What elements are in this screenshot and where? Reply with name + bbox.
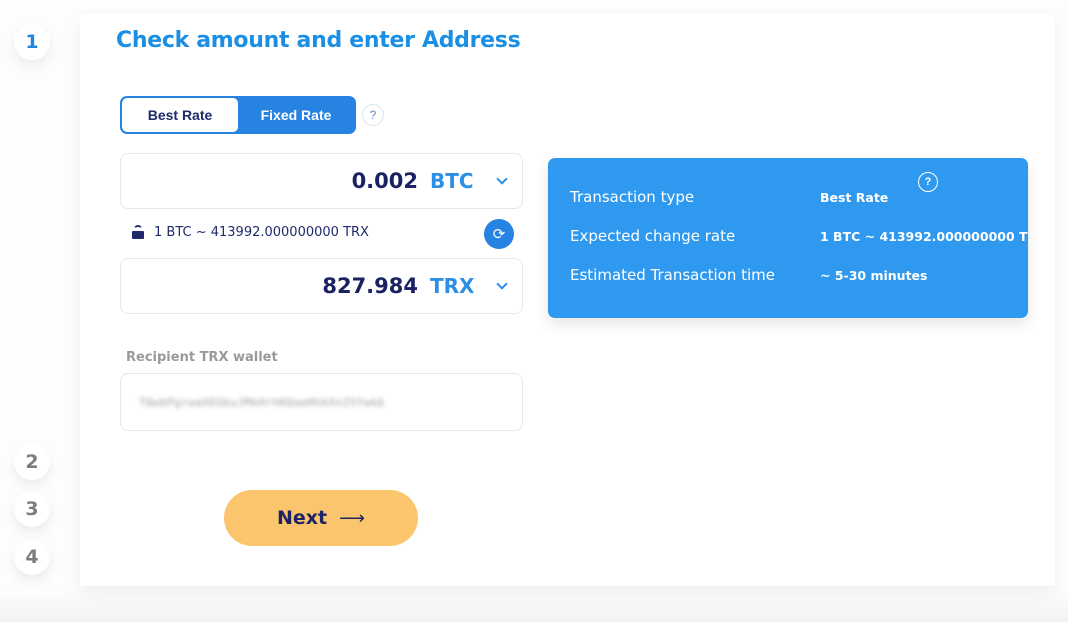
info-value: ~ 5-30 minutes xyxy=(820,268,928,283)
rate-type-toggle: Best Rate Fixed Rate xyxy=(120,96,356,134)
step-number: 2 xyxy=(25,451,39,473)
step-4-indicator: 4 xyxy=(14,539,50,575)
next-label: Next xyxy=(277,507,328,529)
chevron-down-icon xyxy=(496,173,508,185)
receive-amount-field[interactable]: 827.984 TRX xyxy=(120,258,523,314)
rate-help-icon[interactable]: ? xyxy=(362,104,384,126)
send-amount-value[interactable]: 0.002 xyxy=(352,154,418,208)
exchange-rate-text: 1 BTC ~ 413992.000000000 TRX xyxy=(154,224,369,240)
step-number: 3 xyxy=(25,498,39,520)
info-key: Transaction type xyxy=(570,188,695,206)
arrow-right-icon: ⟶ xyxy=(339,507,365,528)
recipient-wallet-label: Recipient TRX wallet xyxy=(126,350,278,365)
step-1-indicator: 1 xyxy=(14,24,50,60)
page-title: Check amount and enter Address xyxy=(116,28,521,53)
step-number: 4 xyxy=(25,546,39,568)
next-button[interactable]: Next ⟶ xyxy=(224,490,418,546)
refresh-icon: ⟳ xyxy=(492,226,506,243)
recipient-wallet-input[interactable] xyxy=(139,395,522,409)
info-row-change-rate: Expected change rate 1 BTC ~ 413992.0000… xyxy=(570,227,1028,249)
transaction-info-panel: Transaction type Best Rate ? Expected ch… xyxy=(548,158,1028,318)
info-value: Best Rate xyxy=(820,190,889,205)
receive-currency-select[interactable]: TRX xyxy=(424,259,512,313)
step-2-indicator: 2 xyxy=(14,444,50,480)
send-currency-code: BTC xyxy=(430,169,474,193)
chevron-down-icon xyxy=(496,278,508,290)
recipient-wallet-field[interactable] xyxy=(120,373,523,431)
send-currency-select[interactable]: BTC xyxy=(424,154,512,208)
info-key: Estimated Transaction time xyxy=(570,266,776,284)
info-value: 1 BTC ~ 413992.000000000 TRX xyxy=(820,229,1028,244)
info-row-transaction-type: Transaction type Best Rate ? xyxy=(570,172,1028,210)
info-key: Expected change rate xyxy=(570,227,736,245)
send-amount-field[interactable]: 0.002 BTC xyxy=(120,153,523,209)
swap-currencies-button[interactable]: ⟳ xyxy=(484,219,514,249)
receive-currency-code: TRX xyxy=(430,274,475,298)
best-rate-option[interactable]: Best Rate xyxy=(122,98,238,132)
receive-amount-value[interactable]: 827.984 xyxy=(322,259,418,313)
transaction-type-help-icon[interactable]: ? xyxy=(918,172,938,192)
exchange-rate-line: 1 BTC ~ 413992.000000000 TRX xyxy=(132,222,369,242)
fixed-rate-option[interactable]: Fixed Rate xyxy=(238,98,354,132)
unlock-icon xyxy=(132,225,144,239)
info-row-transaction-time: Estimated Transaction time ~ 5-30 minute… xyxy=(570,266,1028,288)
step-number: 1 xyxy=(25,31,39,53)
step-3-indicator: 3 xyxy=(14,491,50,527)
